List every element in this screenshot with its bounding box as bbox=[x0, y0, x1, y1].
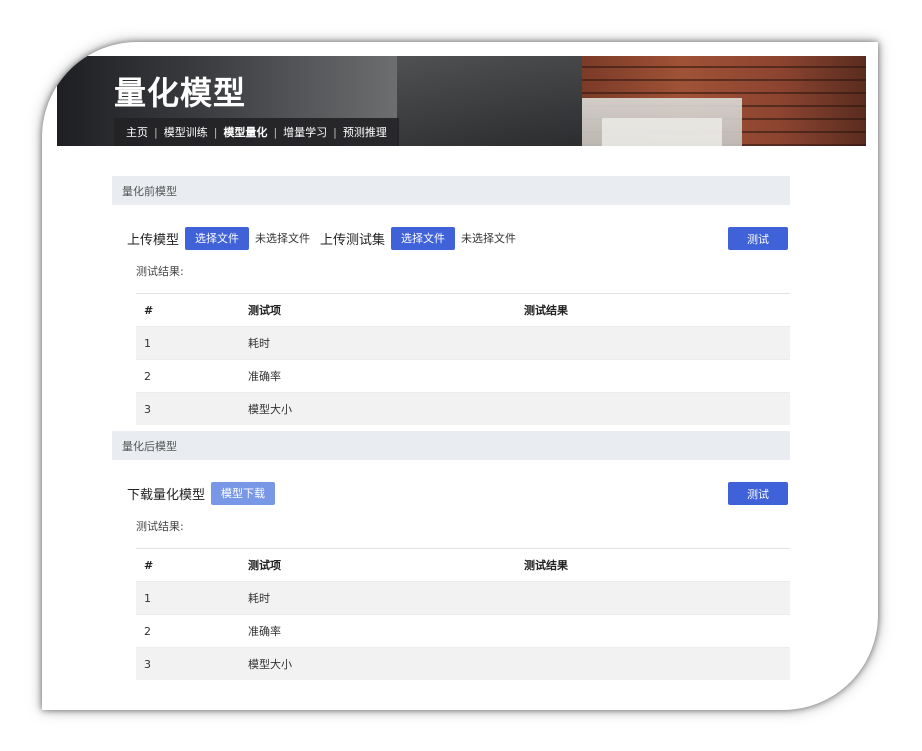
breadcrumb-nav: 主页 | 模型训练 | 模型量化 | 增量学习 | 预测推理 bbox=[114, 118, 399, 146]
testset-file-status: 未选择文件 bbox=[461, 232, 517, 245]
table-row: 1 耗时 bbox=[136, 581, 790, 615]
choose-model-file-button[interactable]: 选择文件 bbox=[185, 226, 250, 250]
banner-photo-shade bbox=[397, 56, 582, 146]
cell-index: 3 bbox=[136, 392, 247, 425]
banner-photo-screen-light bbox=[602, 118, 722, 146]
cell-test-item: 耗时 bbox=[247, 326, 523, 360]
post-quant-test-button[interactable]: 测试 bbox=[728, 482, 788, 505]
cell-index: 2 bbox=[136, 614, 247, 648]
cell-index: 1 bbox=[136, 326, 247, 360]
table-header-row: # 测试项 测试结果 bbox=[136, 548, 790, 582]
nav-item-prediction-inference[interactable]: 预测推理 bbox=[339, 124, 391, 140]
nav-separator: | bbox=[333, 125, 337, 139]
table-row: 2 准确率 bbox=[136, 359, 790, 393]
cell-test-item: 准确率 bbox=[247, 359, 523, 393]
cell-test-result bbox=[523, 647, 790, 680]
model-file-status: 未选择文件 bbox=[255, 232, 311, 245]
section-pre-quant-header: 量化前模型 bbox=[112, 176, 790, 205]
cell-test-item: 模型大小 bbox=[247, 392, 523, 425]
header-banner: 量化模型 主页 | 模型训练 | 模型量化 | 增量学习 | 预测推理 bbox=[57, 56, 866, 146]
post-quant-result-label: 测试结果: bbox=[136, 520, 184, 533]
section-post-quant-header: 量化后模型 bbox=[112, 431, 790, 460]
post-quant-results-table: # 测试项 测试结果 1 耗时 2 准确率 3 模型大小 bbox=[136, 548, 790, 680]
cell-index: 2 bbox=[136, 359, 247, 393]
cell-index: 3 bbox=[136, 647, 247, 680]
pre-quant-test-button[interactable]: 测试 bbox=[728, 227, 788, 250]
table-row: 3 模型大小 bbox=[136, 647, 790, 680]
cell-test-result bbox=[523, 359, 790, 393]
upload-model-label: 上传模型 bbox=[127, 232, 180, 248]
column-header-index: # bbox=[136, 293, 247, 327]
nav-separator: | bbox=[213, 125, 218, 139]
table-row: 2 准确率 bbox=[136, 614, 790, 648]
cell-test-result bbox=[523, 581, 790, 615]
cell-test-item: 模型大小 bbox=[247, 647, 523, 680]
column-header-test-result: 测试结果 bbox=[523, 293, 790, 327]
nav-item-incremental-learning[interactable]: 增量学习 bbox=[279, 124, 331, 140]
cell-test-item: 耗时 bbox=[247, 581, 523, 615]
pre-quant-result-label: 测试结果: bbox=[136, 265, 184, 278]
screenshot-frame: 量化模型 主页 | 模型训练 | 模型量化 | 增量学习 | 预测推理 量化前模… bbox=[42, 42, 878, 710]
cell-test-result bbox=[523, 326, 790, 360]
page-title: 量化模型 bbox=[114, 74, 247, 112]
nav-separator: | bbox=[154, 125, 158, 139]
nav-item-model-quantization[interactable]: 模型量化 bbox=[219, 124, 271, 140]
upload-testset-label: 上传测试集 bbox=[320, 232, 386, 248]
column-header-test-item: 测试项 bbox=[247, 293, 523, 327]
download-row: 下载量化模型 模型下载 bbox=[127, 481, 276, 505]
download-quant-model-label: 下载量化模型 bbox=[127, 487, 206, 503]
cell-test-item: 准确率 bbox=[247, 614, 523, 648]
pre-quant-results-table: # 测试项 测试结果 1 耗时 2 准确率 3 模型大小 bbox=[136, 293, 790, 425]
choose-testset-file-button[interactable]: 选择文件 bbox=[391, 226, 456, 250]
cell-index: 1 bbox=[136, 581, 247, 615]
page: 量化模型 主页 | 模型训练 | 模型量化 | 增量学习 | 预测推理 量化前模… bbox=[57, 56, 866, 696]
table-row: 3 模型大小 bbox=[136, 392, 790, 425]
column-header-test-item: 测试项 bbox=[247, 548, 523, 582]
column-header-test-result: 测试结果 bbox=[523, 548, 790, 582]
nav-item-home[interactable]: 主页 bbox=[122, 124, 152, 140]
column-header-index: # bbox=[136, 548, 247, 582]
cell-test-result bbox=[523, 614, 790, 648]
upload-row: 上传模型 选择文件 未选择文件 上传测试集 选择文件 未选择文件 bbox=[127, 226, 526, 250]
nav-item-model-training[interactable]: 模型训练 bbox=[160, 124, 212, 140]
nav-separator: | bbox=[273, 125, 278, 139]
table-row: 1 耗时 bbox=[136, 326, 790, 360]
cell-test-result bbox=[523, 392, 790, 425]
table-header-row: # 测试项 测试结果 bbox=[136, 293, 790, 327]
model-download-button[interactable]: 模型下载 bbox=[211, 481, 276, 505]
